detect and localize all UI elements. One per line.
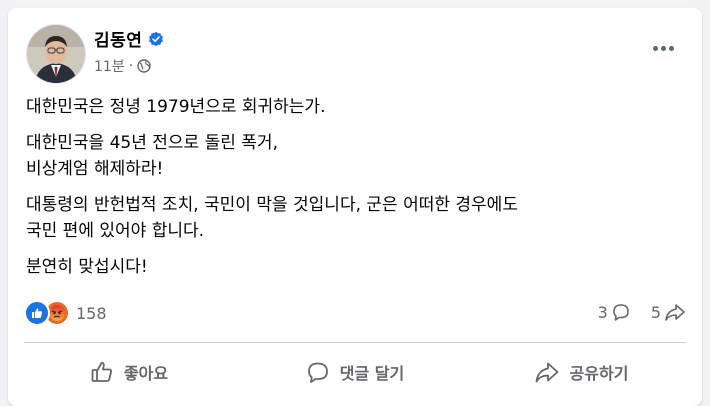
avatar-image xyxy=(27,25,85,83)
share-count-icon xyxy=(665,304,685,321)
post-meta: 11분 · xyxy=(94,56,151,76)
actions-divider xyxy=(24,342,686,343)
post-paragraph-1: 대한민국은 정녕 1979년으로 회귀하는가. xyxy=(26,97,326,117)
action-bar: 좋아요 댓글 달기 공유하기 xyxy=(16,346,694,398)
comment-button[interactable]: 댓글 달기 xyxy=(242,346,468,398)
reaction-count: 158 xyxy=(76,303,107,323)
post-paragraph-4: 분연히 맞섭시다! xyxy=(26,257,148,277)
comment-count: 3 xyxy=(597,302,608,322)
post-card: 김동연 11분 · 대한민국은 정녕 1979년으로 회귀하는가. 대한민국을 … xyxy=(8,8,702,406)
thumbs-up-outline-icon xyxy=(91,362,112,382)
comment-button-label: 댓글 달기 xyxy=(339,364,405,383)
share-button-label: 공유하기 xyxy=(569,364,629,383)
post-timestamp[interactable]: 11분 xyxy=(94,56,125,76)
thumbs-up-icon xyxy=(24,300,50,326)
post-body: 대한민국은 정녕 1979년으로 회귀하는가. 대한민국을 45년 전으로 돌린… xyxy=(26,94,686,290)
post-paragraph-2: 대한민국을 45년 전으로 돌린 폭거, 비상계엄 해제하라! xyxy=(26,133,278,179)
author-avatar[interactable] xyxy=(26,24,86,84)
more-options-icon[interactable] xyxy=(648,38,678,58)
like-button-label: 좋아요 xyxy=(123,364,169,383)
share-count-link[interactable]: 5 xyxy=(651,302,686,322)
author-name[interactable]: 김동연 xyxy=(94,26,142,51)
share-count: 5 xyxy=(650,302,661,322)
meta-separator: · xyxy=(128,58,134,74)
engagement-counts: 3 5 xyxy=(578,302,686,322)
share-arrow-icon xyxy=(535,362,558,383)
like-button[interactable]: 좋아요 xyxy=(16,346,242,398)
verified-badge-icon xyxy=(148,31,164,47)
share-button[interactable]: 공유하기 xyxy=(468,346,694,398)
comment-count-icon xyxy=(613,304,629,321)
comment-bubble-icon xyxy=(307,362,328,383)
reactions-summary[interactable]: 158 xyxy=(24,300,107,326)
comment-count-link[interactable]: 3 xyxy=(598,302,631,322)
author-row: 김동연 xyxy=(94,26,164,51)
post-paragraph-3: 대통령의 반헌법적 조치, 국민이 막을 것입니다, 군은 어떠한 경우에도 국… xyxy=(26,195,518,241)
globe-icon[interactable] xyxy=(137,59,151,73)
